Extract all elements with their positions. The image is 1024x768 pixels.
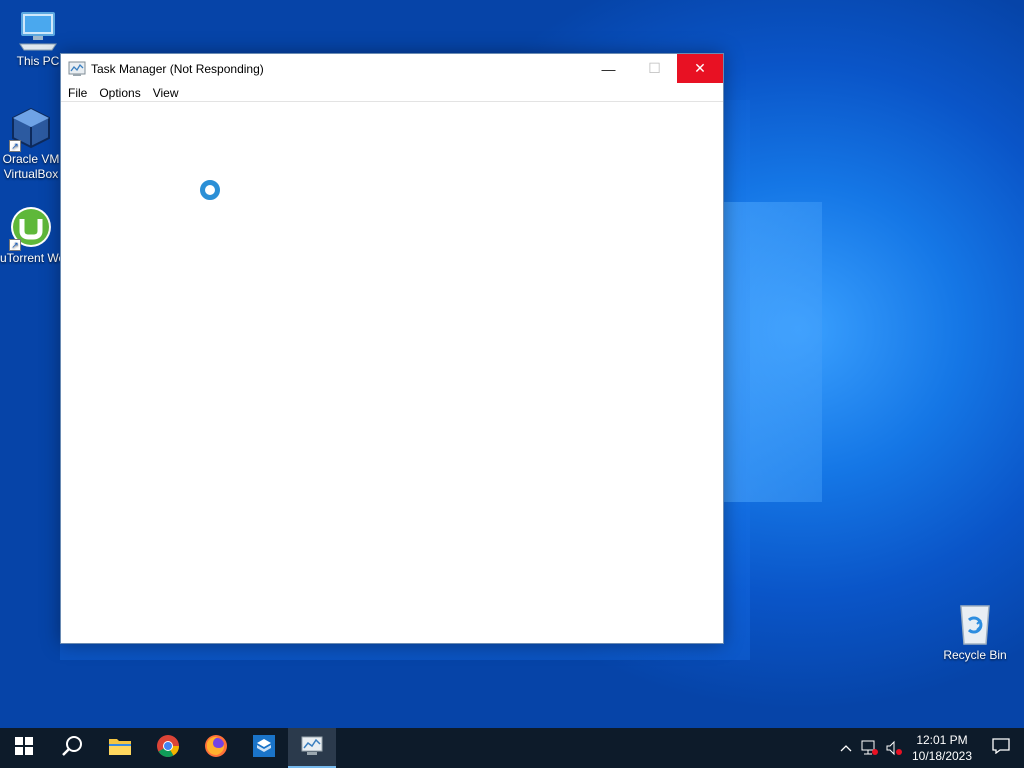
firefox-button[interactable] [192,728,240,768]
notification-icon [992,737,1010,759]
start-button[interactable] [0,728,48,768]
virtualbox-icon [252,734,276,763]
recycle-bin-icon [953,602,997,646]
task-manager-icon [68,61,86,77]
task-manager-taskbar-button[interactable] [288,728,336,768]
wallpaper-light-beam [722,202,822,502]
desktop-icon-label: Recycle Bin [943,648,1007,662]
menu-bar: File Options View [61,84,723,102]
search-icon [61,735,83,762]
chrome-icon [156,734,180,763]
folder-icon [108,736,132,761]
clock[interactable]: 12:01 PM 10/18/2023 [906,732,978,764]
menu-view[interactable]: View [152,86,186,100]
windows-logo-icon [15,736,33,760]
search-button[interactable] [48,728,96,768]
minimize-button[interactable]: — [586,54,631,83]
utorrent-icon: ↗ [9,205,53,251]
firefox-icon [204,734,228,763]
show-hidden-icons-chevron-icon[interactable] [834,728,858,768]
clock-time: 12:01 PM [916,733,968,747]
action-center-button[interactable] [978,728,1024,768]
task-manager-window[interactable]: Task Manager (Not Responding) — ☐ ✕ File… [60,53,724,644]
task-manager-icon [300,735,324,762]
network-icon[interactable] [858,728,882,768]
virtualbox-icon: ↗ [9,106,53,152]
desktop-icon-virtualbox[interactable]: ↗ Oracle VM VirtualBox [0,106,62,182]
taskbar: 12:01 PM 10/18/2023 [0,728,1024,768]
clock-date: 10/18/2023 [911,749,973,763]
menu-file[interactable]: File [67,86,94,100]
desktop-icon-recycle-bin[interactable]: Recycle Bin [937,602,1013,663]
menu-options[interactable]: Options [98,86,147,100]
busy-cursor-icon [200,180,220,200]
computer-icon [16,8,60,52]
system-tray: 12:01 PM 10/18/2023 [834,728,1024,768]
shortcut-arrow-icon: ↗ [9,140,21,152]
volume-muted-icon[interactable] [882,728,906,768]
file-explorer-button[interactable] [96,728,144,768]
title-bar[interactable]: Task Manager (Not Responding) — ☐ ✕ [61,54,723,84]
desktop-icon-label-line2: VirtualBox [3,167,59,181]
virtualbox-taskbar-button[interactable] [240,728,288,768]
desktop-icon-label-line1: Oracle VM [2,152,60,166]
close-button[interactable]: ✕ [677,54,723,83]
shortcut-arrow-icon: ↗ [9,239,21,251]
chrome-button[interactable] [144,728,192,768]
window-title: Task Manager (Not Responding) [91,62,264,76]
desktop-icon-label: uTorrent Web [0,251,62,265]
maximize-button[interactable]: ☐ [632,54,677,83]
desktop-icon-utorrent[interactable]: ↗ uTorrent Web [0,205,62,266]
